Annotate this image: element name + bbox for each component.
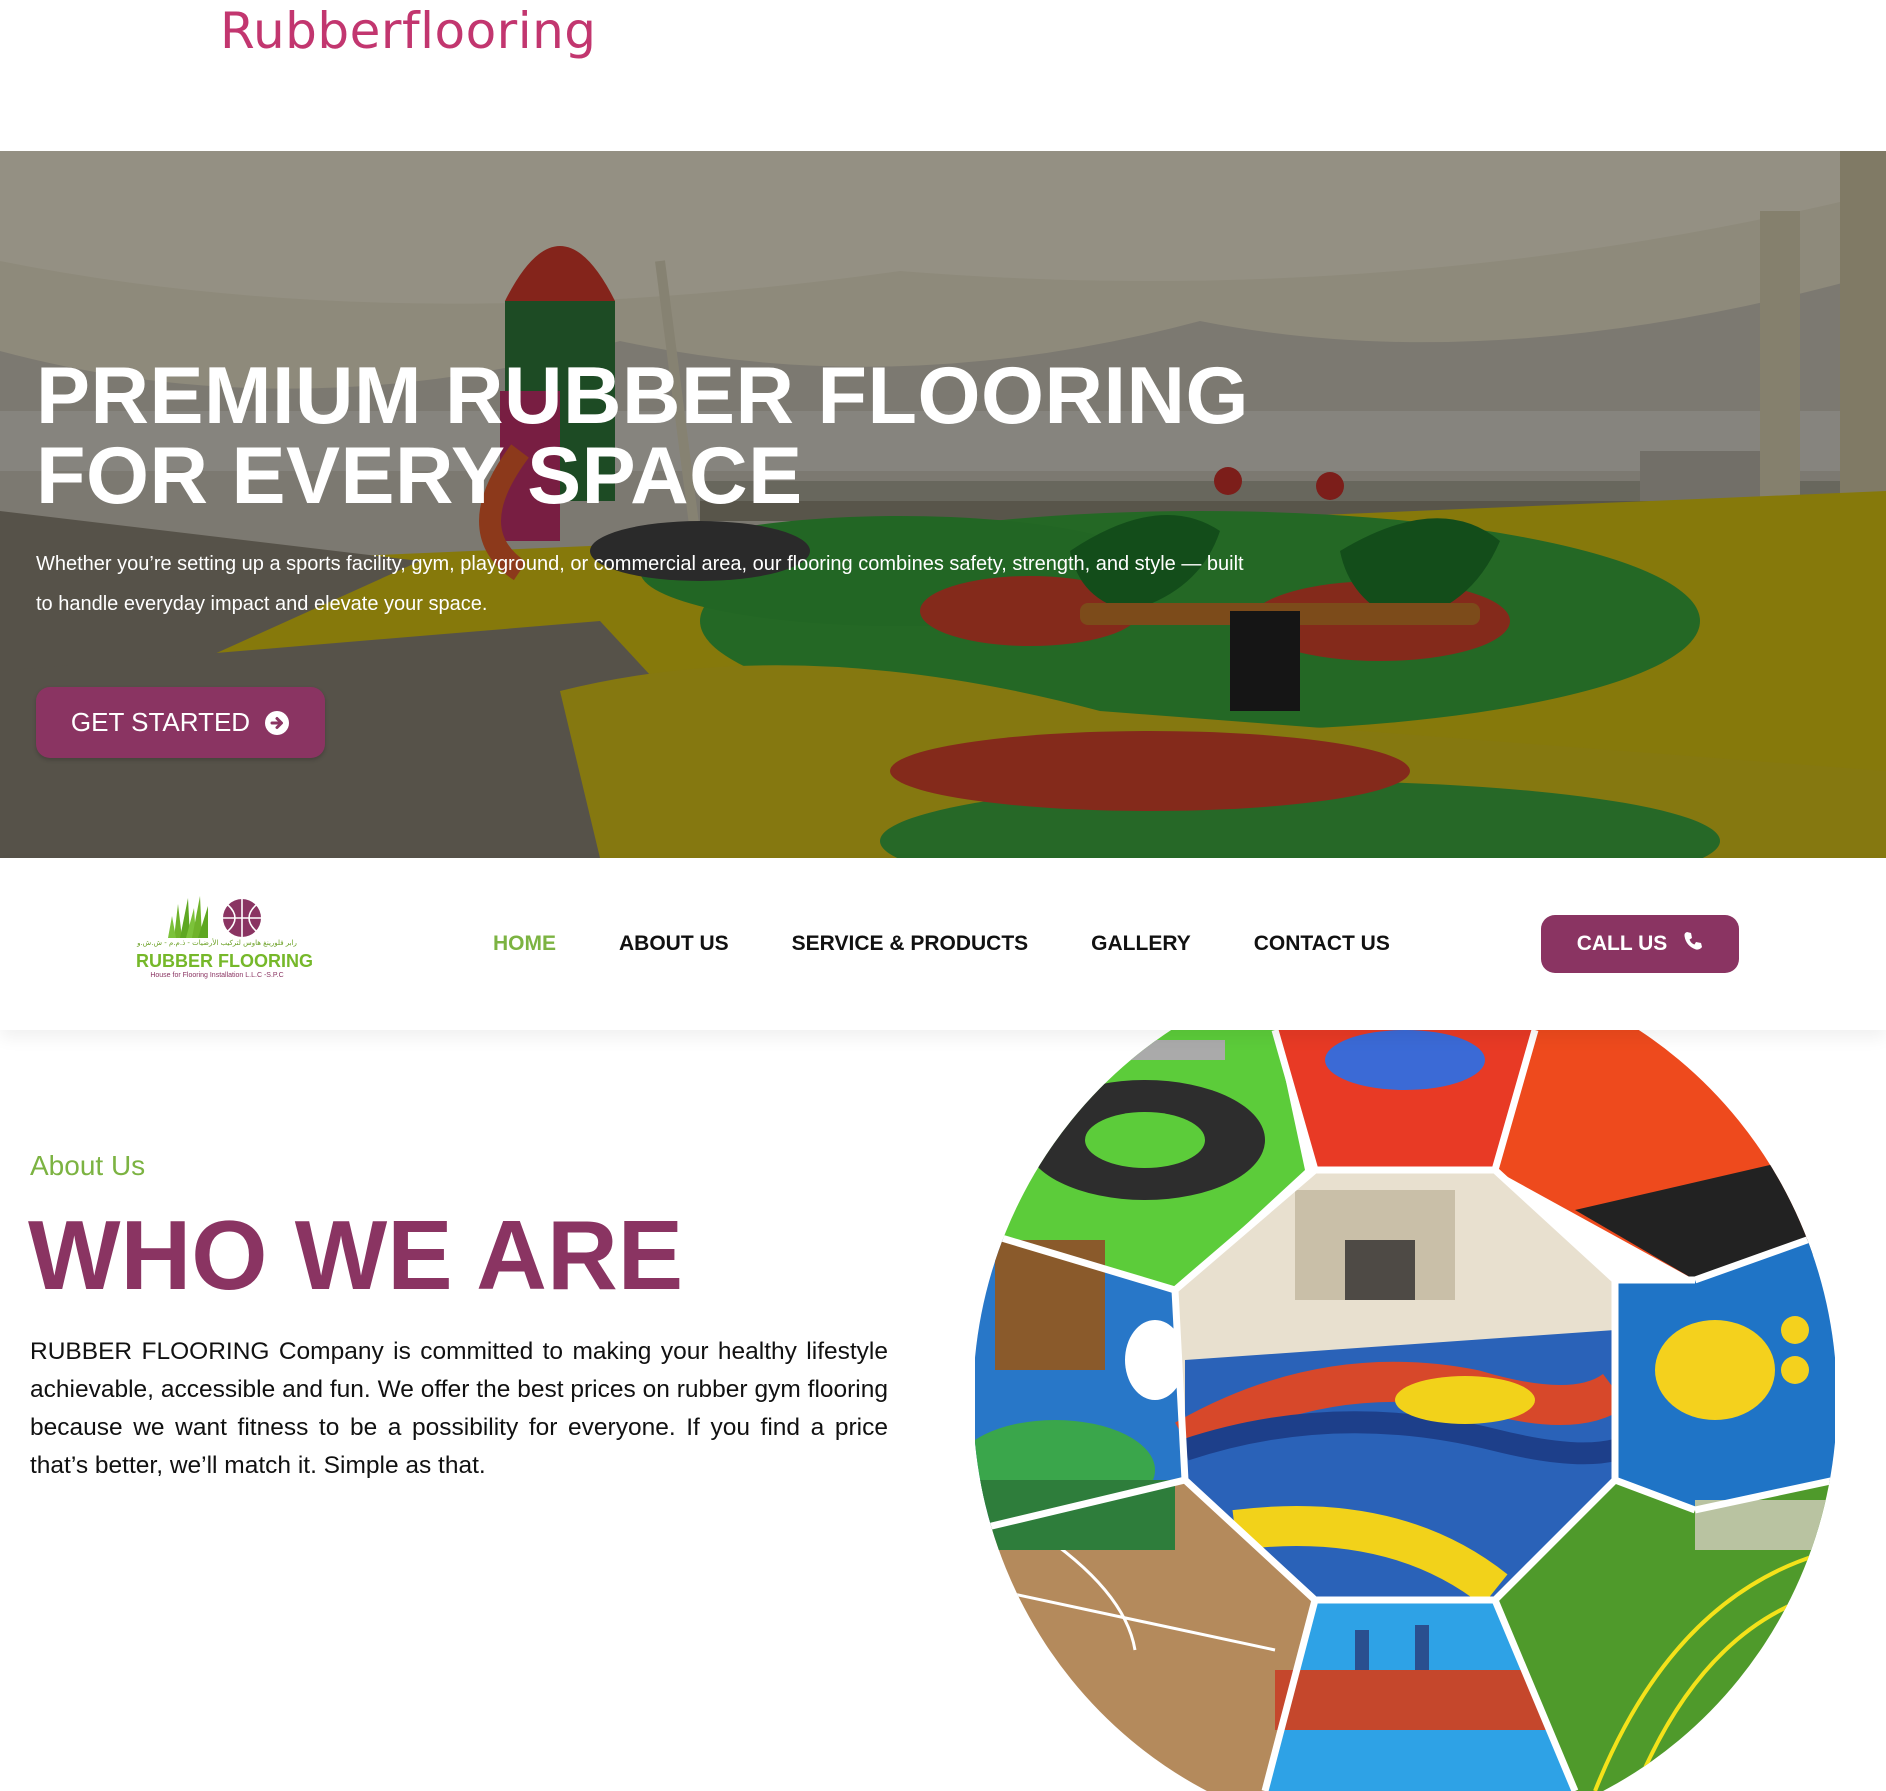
hero-section: PREMIUM RUBBER FLOORING FOR EVERY SPACE … [0,151,1886,858]
nav-item-home[interactable]: HOME [493,932,556,956]
call-us-button[interactable]: CALL US [1541,915,1739,973]
get-started-label: GET STARTED [70,707,251,737]
nav-item-contact-us[interactable]: CONTACT US [1254,932,1390,956]
about-section-label: About Us [30,1150,146,1181]
nav-menu: HOME ABOUT US SERVICE & PRODUCTS GALLERY… [493,858,1390,1030]
phone-icon [1683,931,1703,957]
nav-item-about-us[interactable]: ABOUT US [619,932,729,956]
hero-title-line-1: PREMIUM RUBBER FLOORING [36,351,1249,441]
hero-description: Whether you’re setting up a sports facil… [36,553,1244,615]
site-title[interactable]: Rubberflooring [220,0,597,62]
hero-title: PREMIUM RUBBER FLOORING FOR EVERY SPACE [36,351,1249,521]
flooring-collage-image [975,1030,1835,1791]
logo-name: RUBBER FLOORING [136,951,313,971]
hero-title-line-2: FOR EVERY SPACE [36,431,803,521]
main-navbar: رابر فلورينغ هاوس لتركيب الأرضيات - ذ.م.… [0,858,1886,1030]
logo-subtitle: House for Flooring Installation L.L.C -S… [150,972,284,979]
call-us-label: CALL US [1576,932,1668,955]
nav-item-service-products[interactable]: SERVICE & PRODUCTS [792,932,1029,956]
logo-arabic-text: رابر فلورينغ هاوس لتركيب الأرضيات - ذ.م.… [137,939,297,947]
company-logo[interactable]: رابر فلورينغ هاوس لتركيب الأرضيات - ذ.م.… [136,894,313,990]
logo-mark-icon [168,896,261,938]
get-started-button[interactable]: GET STARTED [36,687,325,758]
nav-item-gallery[interactable]: GALLERY [1091,932,1191,956]
about-description: RUBBER FLOORING Company is committed to … [30,1338,888,1479]
about-heading: WHO WE ARE [28,1200,684,1310]
arrow-circle-right-icon [264,710,290,736]
